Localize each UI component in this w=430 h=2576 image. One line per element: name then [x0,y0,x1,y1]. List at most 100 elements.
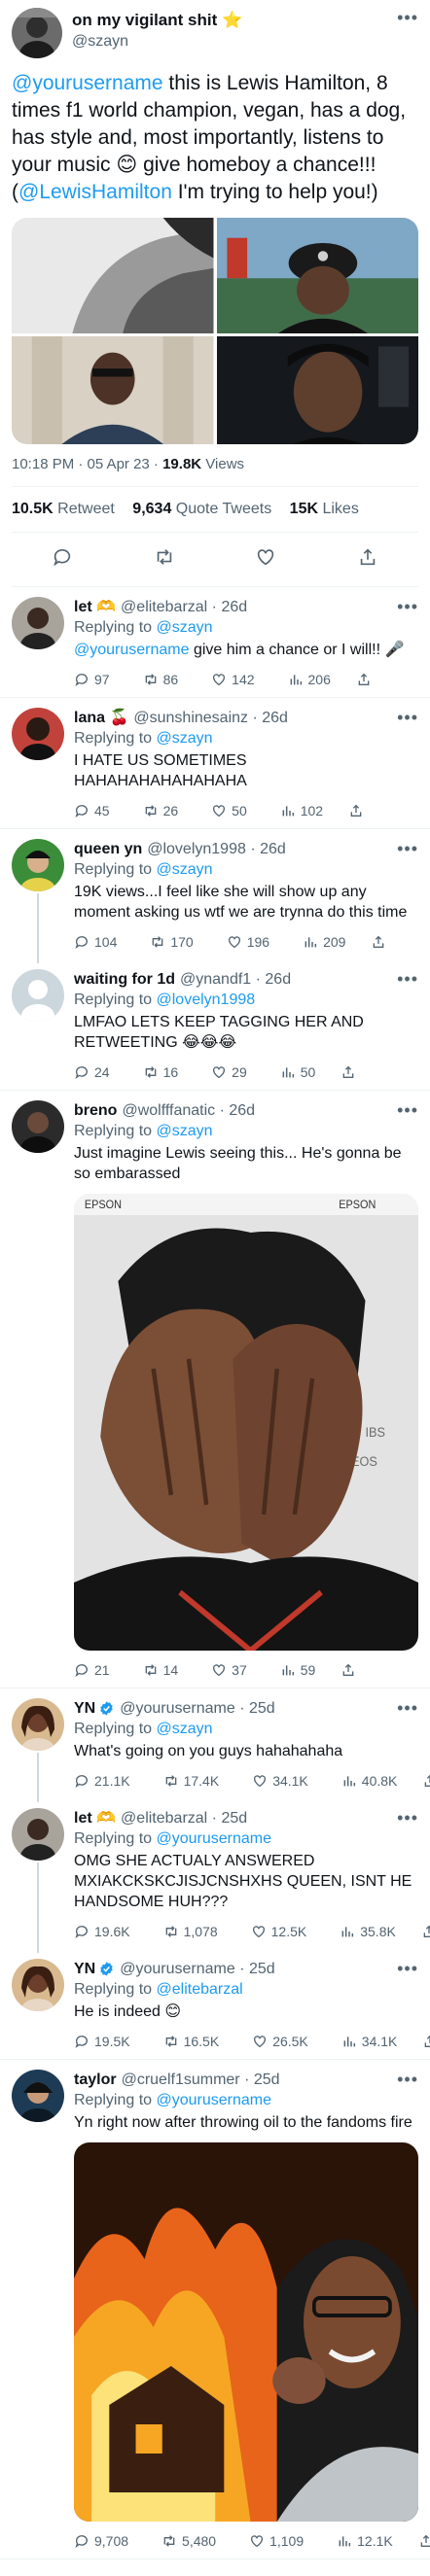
display-name[interactable]: YN [74,1698,95,1719]
display-name[interactable]: let 🫶 [74,597,116,617]
photo-4[interactable] [216,336,418,444]
handle[interactable]: @sunshinesainz [133,710,248,726]
reply-age[interactable]: 26d [262,710,288,726]
reply-age[interactable]: 25d [249,1700,275,1717]
reply-tweet[interactable]: breno @wolfffanatic · 26d ••• Replying t… [0,1091,430,1688]
reply-button[interactable]: 19.5K [74,2034,130,2049]
reply-button[interactable]: 21 [74,1662,110,1678]
display-name[interactable]: taylor [74,2070,117,2090]
display-name[interactable]: let 🫶 [74,1808,116,1828]
replying-to-link[interactable]: @elitebarzal [157,1981,243,1998]
like-button[interactable]: 37 [211,1662,247,1678]
display-name[interactable]: lana 🍒 [74,708,128,728]
reply-age[interactable]: 26d [260,841,286,857]
more-icon[interactable]: ••• [391,1808,418,1828]
more-icon[interactable]: ••• [391,2070,418,2090]
reply-age[interactable]: 25d [249,1961,275,1977]
reply-button[interactable]: 24 [74,1064,110,1080]
reply-button[interactable]: 19.6K [74,1924,130,1939]
replying-to-link[interactable]: @yourusername [157,2092,272,2108]
retweet-icon[interactable] [154,546,175,573]
more-icon[interactable]: ••• [391,708,418,728]
avatar[interactable] [12,1100,64,1153]
display-name[interactable]: on my vigilant shit ⭐ [72,10,397,31]
reply-media-photo[interactable] [74,2142,418,2522]
like-button[interactable]: 50 [211,803,247,818]
photo-1[interactable] [12,218,214,334]
avatar[interactable] [12,1698,64,1751]
handle[interactable]: @lovelyn1998 [147,841,246,857]
reply-age[interactable]: 25d [254,2071,280,2088]
views-button[interactable]: 59 [280,1662,315,1678]
avatar[interactable] [12,8,62,58]
reply-media-photo[interactable]: EPSON EPSON IBS INEOS [74,1194,418,1651]
share-button[interactable] [340,1064,361,1080]
like-button[interactable]: 29 [211,1064,247,1080]
like-button[interactable]: 1,109 [249,2533,304,2549]
share-button[interactable] [422,1773,430,1789]
photo-3[interactable] [12,336,214,444]
reply-age[interactable]: 26d [221,599,247,615]
retweet-button[interactable]: 1,078 [163,1924,218,1939]
handle[interactable]: @yourusername [120,1700,235,1717]
reply-tweet[interactable]: taylor @cruelf1summer · 25d ••• Replying… [0,2060,430,2559]
replying-to-link[interactable]: @lovelyn1998 [157,992,256,1008]
retweet-button[interactable]: 26 [143,803,178,818]
replying-to-link[interactable]: @yourusername [157,1830,272,1847]
share-button[interactable] [340,1662,361,1678]
reply-tweet[interactable]: YN @yourusername · 25d ••• Replying to @… [0,1688,430,1802]
views-button[interactable]: 206 [288,672,331,687]
quotes-stat[interactable]: 9,634 Quote Tweets [132,501,271,517]
reply-age[interactable]: 26d [229,1102,255,1119]
mention-link[interactable]: @LewisHamilton [18,181,172,203]
reply-tweet[interactable]: let 🫶 @elitebarzal · 25d ••• Replying to… [0,1798,430,1953]
reply-button[interactable]: 104 [74,934,117,950]
reply-button[interactable]: 45 [74,803,110,818]
more-icon[interactable]: ••• [391,1698,418,1719]
avatar[interactable] [12,2070,64,2122]
views-button[interactable]: 34.1K [341,2034,397,2049]
display-name[interactable]: YN [74,1959,95,1979]
retweet-button[interactable]: 86 [143,672,178,687]
reply-tweet[interactable]: waiting for 1d @ynandf1 · 26d ••• Replyi… [0,959,430,1091]
retweet-button[interactable]: 17.4K [163,1773,219,1789]
retweets-stat[interactable]: 10.5K Retweet [12,501,115,517]
like-button[interactable]: 196 [227,934,269,950]
display-name[interactable]: waiting for 1d [74,969,175,990]
retweet-button[interactable]: 16 [143,1064,178,1080]
likes-stat[interactable]: 15K Likes [290,501,359,517]
replying-to-link[interactable]: @szayn [157,861,213,878]
photo-2[interactable] [216,218,418,334]
avatar[interactable] [12,1808,64,1861]
share-button[interactable] [421,1924,430,1939]
replying-to-link[interactable]: @szayn [157,1721,213,1737]
views-button[interactable]: 50 [280,1064,315,1080]
like-button[interactable]: 142 [211,672,255,687]
share-button[interactable] [348,803,369,818]
retweet-button[interactable]: 14 [143,1662,178,1678]
like-button[interactable]: 26.5K [252,2034,308,2049]
replying-to-link[interactable]: @szayn [157,730,213,747]
share-button[interactable] [371,934,391,950]
views-button[interactable]: 102 [280,803,323,818]
timestamp[interactable]: 10:18 PM · 05 Apr 23 · [12,456,162,472]
reply-button[interactable]: 21.1K [74,1773,130,1789]
views-button[interactable]: 12.1K [337,2533,393,2549]
views-button[interactable]: 209 [303,934,345,950]
more-icon[interactable]: ••• [391,969,418,990]
reply-button[interactable]: 9,708 [74,2533,128,2549]
reply-age[interactable]: 26d [265,971,291,988]
handle[interactable]: @szayn [72,31,397,52]
mention-link[interactable]: @yourusername [74,642,190,658]
retweet-button[interactable]: 16.5K [163,2034,219,2049]
display-name[interactable]: queen yn [74,839,142,859]
display-name[interactable]: breno [74,1100,117,1121]
reply-age[interactable]: 25d [221,1810,247,1827]
views-button[interactable]: 35.8K [340,1924,396,1939]
reply-icon[interactable] [52,546,73,573]
like-button[interactable]: 12.5K [251,1924,306,1939]
reply-tweet[interactable]: queen yn @lovelyn1998 · 26d ••• Replying… [0,829,430,963]
retweet-button[interactable]: 170 [150,934,194,950]
reply-button[interactable]: 97 [74,672,110,687]
reply-tweet[interactable]: YN @yourusername · 25d ••• Replying to @… [0,1949,430,2060]
